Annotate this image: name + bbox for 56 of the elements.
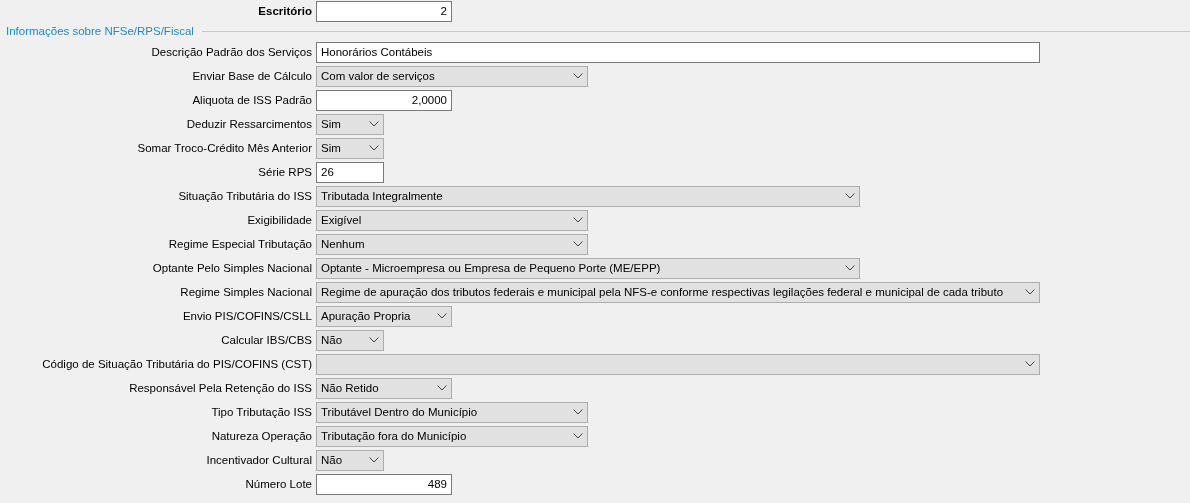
field-label: Deduzir Ressarcimentos — [185, 118, 313, 130]
dropdown[interactable] — [316, 353, 1040, 375]
caret-icon — [369, 457, 379, 463]
input-field[interactable]: 489 — [316, 473, 452, 495]
field-label: Código de Situação Tributária do PIS/COFINS (CST) — [41, 358, 313, 370]
field-label: Regime Simples Nacional — [179, 286, 313, 298]
input-field[interactable]: 26 — [316, 161, 384, 183]
dropdown[interactable]: Não Retido — [316, 377, 452, 399]
dropdown[interactable]: Tributação fora do Município — [316, 425, 588, 447]
field-label: Somar Troco-Crédito Mês Anterior — [136, 142, 313, 154]
field-label: Optante Pelo Simples Nacional — [151, 262, 313, 274]
section-title: Informações sobre NFSe/RPS/Fiscal — [6, 25, 194, 37]
field-label: Tipo Tributação ISS — [210, 406, 313, 418]
caret-icon — [1025, 289, 1035, 295]
field-label: Calcular IBS/CBS — [220, 334, 313, 346]
dropdown[interactable]: Sim — [316, 137, 384, 159]
caret-icon — [573, 217, 583, 223]
dropdown[interactable]: Exigível — [316, 209, 588, 231]
input-field[interactable]: 2,0000 — [316, 89, 452, 111]
dropdown[interactable]: Tributável Dentro do Município — [316, 401, 588, 423]
dropdown[interactable]: Não — [316, 449, 384, 471]
dropdown[interactable]: Nenhum — [316, 233, 588, 255]
caret-icon — [845, 265, 855, 271]
field-label: Número Lote — [244, 478, 313, 490]
caret-icon — [573, 241, 583, 247]
field-label: Responsável Pela Retenção do ISS — [128, 382, 313, 394]
dropdown[interactable]: Não — [316, 329, 384, 351]
field-label: Situação Tributária do ISS — [177, 190, 313, 202]
caret-icon — [573, 433, 583, 439]
office-field[interactable]: 2 — [316, 0, 452, 22]
field-label: Exigibilidade — [246, 214, 313, 226]
caret-icon — [1025, 361, 1035, 367]
dropdown[interactable]: Com valor de serviços — [316, 65, 588, 87]
field-label: Incentivador Cultural — [205, 454, 313, 466]
field-label: Aliquota de ISS Padrão — [191, 94, 313, 106]
caret-icon — [845, 193, 855, 199]
caret-icon — [369, 145, 379, 151]
caret-icon — [369, 121, 379, 127]
field-label: Escritório — [257, 5, 313, 17]
dropdown[interactable]: Sim — [316, 113, 384, 135]
field-label: Descrição Padrão dos Serviços — [150, 46, 313, 58]
field-label: Regime Especial Tributação — [167, 238, 313, 250]
caret-icon — [573, 73, 583, 79]
field-label: Série RPS — [257, 166, 313, 178]
caret-icon — [573, 409, 583, 415]
dropdown[interactable]: Optante - Microempresa ou Empresa de Pequeno Porte (ME/EPP) — [316, 257, 860, 279]
caret-icon — [437, 313, 447, 319]
dropdown[interactable]: Regime de apuração dos tributos federais e municipal pela NFS-e conforme respectivas legilações federal e municipal de cada tributo — [316, 281, 1040, 303]
dropdown[interactable]: Apuração Propria — [316, 305, 452, 327]
dropdown[interactable]: Tributada Integralmente — [316, 185, 860, 207]
field-label: Natureza Operação — [210, 430, 313, 442]
caret-icon — [369, 337, 379, 343]
field-label: Envio PIS/COFINS/CSLL — [181, 310, 313, 322]
input-field[interactable]: Honorários Contábeis — [316, 41, 1040, 63]
caret-icon — [437, 385, 447, 391]
field-label: Enviar Base de Cálculo — [191, 70, 313, 82]
